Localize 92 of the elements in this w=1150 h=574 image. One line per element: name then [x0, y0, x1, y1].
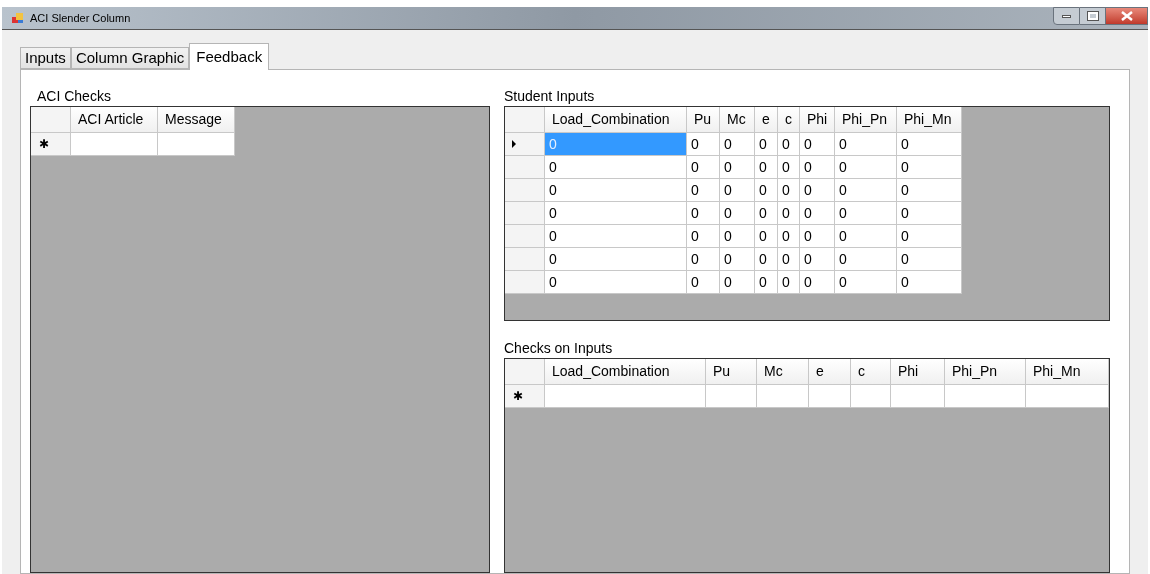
table-cell[interactable]: 0 [545, 202, 687, 225]
table-cell[interactable]: 0 [720, 225, 755, 248]
table-cell[interactable]: 0 [720, 133, 755, 156]
column-header[interactable]: Phi_Pn [945, 359, 1026, 385]
table-cell[interactable]: 0 [755, 179, 778, 202]
column-header[interactable]: e [809, 359, 851, 385]
table-cell[interactable]: 0 [897, 202, 962, 225]
column-header[interactable]: c [778, 107, 800, 133]
table-cell[interactable]: 0 [755, 202, 778, 225]
column-header[interactable]: Phi [891, 359, 945, 385]
table-cell[interactable]: 0 [778, 271, 800, 294]
table-cell[interactable]: 0 [687, 225, 720, 248]
table-cell[interactable]: 0 [687, 156, 720, 179]
table-cell[interactable]: 0 [755, 248, 778, 271]
column-header[interactable]: c [851, 359, 891, 385]
table-cell[interactable]: 0 [720, 156, 755, 179]
table-cell[interactable]: 0 [800, 156, 835, 179]
row-header-corner [505, 359, 545, 385]
table-cell[interactable]: 0 [755, 225, 778, 248]
table-cell[interactable]: 0 [778, 179, 800, 202]
table-cell[interactable]: 0 [897, 248, 962, 271]
table-cell[interactable]: 0 [778, 202, 800, 225]
table-cell[interactable]: 0 [545, 179, 687, 202]
column-header[interactable]: Pu [687, 107, 720, 133]
table-cell[interactable]: 0 [755, 156, 778, 179]
table-cell[interactable]: 0 [835, 156, 897, 179]
table-cell[interactable]: 0 [720, 202, 755, 225]
maximize-button[interactable] [1080, 7, 1106, 25]
row-header-corner [505, 107, 545, 133]
table-cell[interactable]: 0 [720, 248, 755, 271]
table-cell[interactable]: 0 [545, 156, 687, 179]
table-cell[interactable]: 0 [778, 156, 800, 179]
column-header[interactable]: Load_Combination [545, 359, 706, 385]
column-header[interactable]: e [755, 107, 778, 133]
table-cell[interactable]: 0 [545, 271, 687, 294]
table-cell[interactable]: 0 [835, 202, 897, 225]
table-cell[interactable]: 0 [778, 248, 800, 271]
table-cell[interactable]: 0 [835, 179, 897, 202]
column-header[interactable]: Phi [800, 107, 835, 133]
table-cell[interactable]: 0 [755, 133, 778, 156]
table-cell[interactable]: 0 [687, 133, 720, 156]
new-row-marker: ✱ [31, 133, 71, 156]
table-cell[interactable]: 0 [897, 225, 962, 248]
table-cell[interactable]: 0 [897, 271, 962, 294]
table-cell[interactable]: 0 [835, 133, 897, 156]
table-cell[interactable]: 0 [800, 179, 835, 202]
close-button[interactable] [1106, 7, 1148, 25]
table-cell[interactable]: 0 [687, 202, 720, 225]
table-cell[interactable]: 0 [687, 271, 720, 294]
section-title: ACI Checks [36, 87, 112, 106]
app-icon [12, 12, 24, 24]
window-title: ACI Slender Column [30, 10, 131, 26]
column-header[interactable]: Pu [706, 359, 757, 385]
tab[interactable]: Column Graphic [70, 47, 190, 69]
table-cell[interactable]: 0 [755, 271, 778, 294]
table-cell[interactable]: 0 [835, 271, 897, 294]
table-cell[interactable]: 0 [800, 133, 835, 156]
table-cell[interactable]: 0 [545, 248, 687, 271]
new-row-marker: ✱ [505, 385, 545, 408]
table-cell[interactable]: 0 [800, 248, 835, 271]
column-header[interactable]: Mc [757, 359, 809, 385]
tab[interactable]: Feedback [189, 43, 270, 70]
tab[interactable]: Inputs [20, 47, 71, 69]
column-header[interactable]: Phi_Mn [1026, 359, 1109, 385]
table-cell[interactable]: 0 [720, 271, 755, 294]
column-header[interactable]: Phi_Mn [897, 107, 962, 133]
table-cell[interactable]: 0 [897, 133, 962, 156]
close-icon [1120, 11, 1133, 21]
column-header[interactable]: Mc [720, 107, 755, 133]
table-cell[interactable]: 0 [800, 225, 835, 248]
column-header[interactable]: Phi_Pn [835, 107, 897, 133]
table-cell[interactable]: 0 [897, 179, 962, 202]
table-cell[interactable]: 0 [800, 202, 835, 225]
table-cell[interactable]: 0 [778, 225, 800, 248]
current-row-icon [512, 140, 516, 148]
table-cell[interactable]: 0 [687, 248, 720, 271]
table-cell[interactable]: 0 [835, 248, 897, 271]
column-header[interactable]: Load_Combination [545, 107, 687, 133]
section-title: Student Inputs [504, 87, 596, 106]
table-cell[interactable]: 0 [687, 179, 720, 202]
row-header-corner [31, 107, 71, 133]
table-cell[interactable]: 0 [720, 179, 755, 202]
column-header[interactable]: Message [158, 107, 235, 133]
table-cell[interactable]: 0 [897, 156, 962, 179]
row-header[interactable] [505, 133, 545, 156]
column-header[interactable]: ACI Article [71, 107, 158, 133]
table-cell[interactable]: 0 [778, 133, 800, 156]
minimize-button[interactable] [1053, 7, 1080, 25]
table-cell[interactable]: 0 [835, 225, 897, 248]
table-cell[interactable]: 0 [545, 225, 687, 248]
section-title: Checks on Inputs [504, 339, 614, 358]
table-cell[interactable]: 0 [800, 271, 835, 294]
